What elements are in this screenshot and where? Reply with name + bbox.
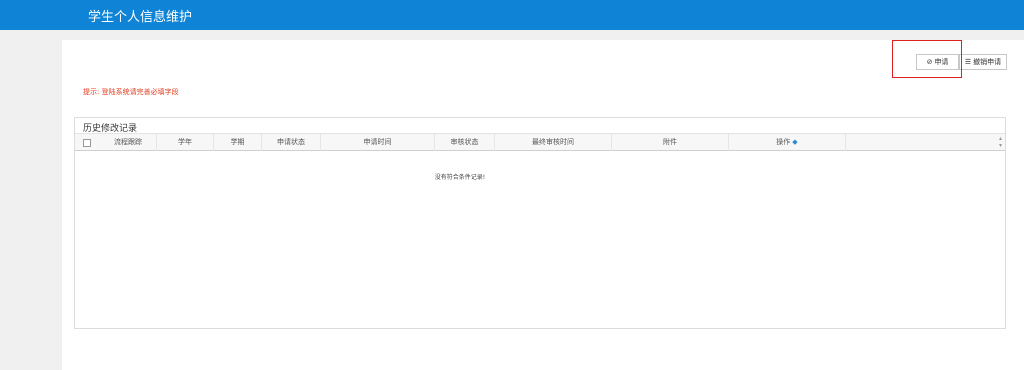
scroll-arrows-icon[interactable]: ▴ ▾ — [999, 135, 1002, 149]
page-title: 学生个人信息维护 — [88, 10, 193, 25]
empty-table-message: 没有符合条件记录! — [434, 174, 486, 181]
revoke-apply-button-label: 撤销申请 — [973, 58, 1002, 66]
column-header-attachment[interactable]: 附件 — [612, 134, 729, 151]
list-icon: ☰ — [964, 58, 972, 66]
column-header-process-tracking[interactable]: 流程跟踪 — [100, 134, 157, 151]
column-header-final-review-time[interactable]: 最终审核时间 — [495, 134, 612, 151]
column-header-apply-time[interactable]: 申请时间 — [321, 134, 435, 151]
column-header-apply-status[interactable]: 申请状态 — [262, 134, 321, 151]
table-header: 流程跟踪 学年 学期 申请状态 申请时间 审核状态 最终审核时间 附件 操作 ◆ … — [75, 133, 1005, 151]
column-header-semester[interactable]: 学期 — [214, 134, 262, 151]
column-header-operation[interactable]: 操作 ◆ — [729, 134, 846, 151]
column-header-operation-label: 操作 — [776, 138, 791, 146]
revoke-apply-button[interactable]: ☰ 撤销申请 — [959, 54, 1007, 70]
select-all-checkbox[interactable] — [83, 139, 91, 147]
history-section: 历史修改记录 流程跟踪 学年 学期 申请状态 申请时间 审核状态 最终审核时间 … — [74, 117, 1006, 329]
hint-text: 提示: 登陆系统请完善必填字段 — [83, 88, 179, 96]
main-panel: ⊘ 申请 ☰ 撤销申请 提示: 登陆系统请完善必填字段 历史修改记录 流程跟踪 … — [62, 40, 1024, 370]
column-header-review-status[interactable]: 审核状态 — [435, 134, 495, 151]
top-header-bar: 学生个人信息维护 — [0, 0, 1024, 30]
sort-icon[interactable]: ◆ — [792, 138, 797, 146]
column-header-academic-year[interactable]: 学年 — [157, 134, 214, 151]
highlight-annotation-box — [892, 40, 962, 78]
